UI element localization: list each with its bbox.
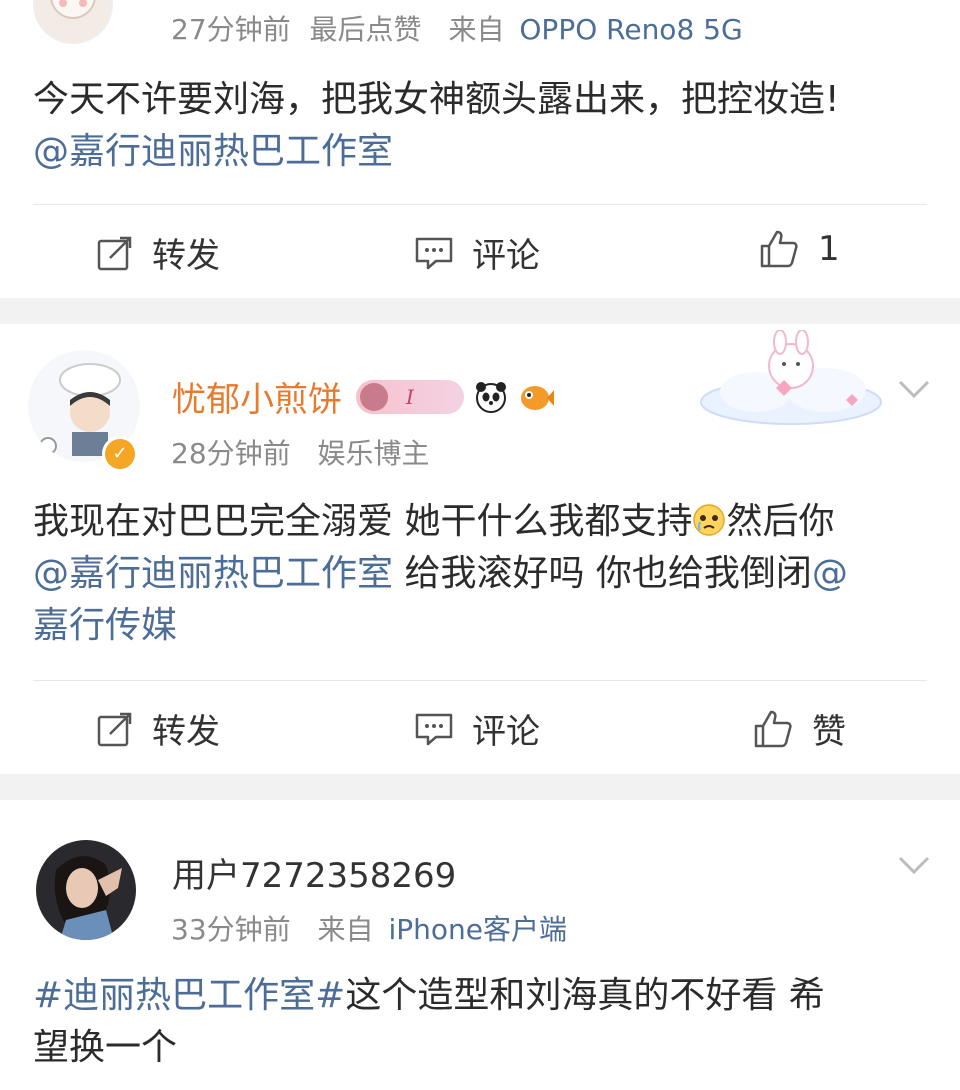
post3-avatar[interactable] xyxy=(36,840,136,940)
post2-like-label: 赞 xyxy=(812,712,846,752)
post2-time: 28分钟前 xyxy=(171,437,291,470)
post3-text-2: 望换一个 xyxy=(33,1027,178,1068)
post2-badge: I xyxy=(356,379,464,414)
post1-text: 今天不许要刘海，把我女神额头露出来，把控妆造! xyxy=(33,79,840,120)
post1-divider xyxy=(33,204,927,205)
chevron-down-icon[interactable] xyxy=(894,846,934,886)
post2-mention-1[interactable]: @嘉行迪丽热巴工作室 xyxy=(33,553,393,594)
panda-icon xyxy=(474,380,508,414)
post1-last-like: 最后点赞 xyxy=(309,13,422,46)
post2-content: 我现在对巴巴完全溺爱 她干什么我都支持 然后你 @嘉行迪丽热巴工作室 给我滚好吗 … xyxy=(33,496,930,652)
post2-role: 娱乐博主 xyxy=(317,437,430,470)
post2-like-button[interactable]: 赞 xyxy=(752,704,846,753)
post2-text-1b: 然后你 xyxy=(726,501,835,542)
post1-comment-label: 评论 xyxy=(472,236,540,276)
post1-like-count: 1 xyxy=(818,229,840,269)
post3-content: #迪丽热巴工作室#这个造型和刘海真的不好看 希 望换一个 xyxy=(33,970,930,1074)
chevron-down-icon[interactable] xyxy=(894,370,934,410)
post1-repost-button[interactable]: 转发 xyxy=(96,228,220,277)
post2-text-2: 给我滚好吗 你也给我倒闭 xyxy=(393,553,812,594)
like-icon xyxy=(760,230,798,268)
like-icon xyxy=(754,710,792,747)
post1-from: 来自 xyxy=(448,13,505,46)
fish-icon xyxy=(518,380,554,414)
post2-divider xyxy=(33,680,927,681)
post2-username[interactable]: 忧郁小煎饼 xyxy=(172,372,342,421)
post2-text-1: 我现在对巴巴完全溺爱 她干什么我都支持 xyxy=(33,501,693,542)
post2-badge-label: I xyxy=(406,384,414,409)
post1-avatar[interactable] xyxy=(33,0,113,44)
post1-mention[interactable]: @嘉行迪丽热巴工作室 xyxy=(33,131,393,172)
repost-icon xyxy=(97,236,132,270)
post2-header: 忧郁小煎饼 I xyxy=(172,372,554,421)
post2-mention-2-end[interactable]: 嘉行传媒 xyxy=(33,605,177,646)
post3-from: 来自 xyxy=(317,913,374,946)
post1-repost-label: 转发 xyxy=(152,236,220,276)
post3-hashtag[interactable]: #迪丽热巴工作室# xyxy=(33,975,345,1016)
avatar-cartoon-icon xyxy=(50,0,96,19)
post3-meta: 33分钟前 来自 iPhone客户端 xyxy=(171,908,567,948)
post3-text-1: 这个造型和刘海真的不好看 希 xyxy=(345,975,825,1016)
post2-comment-button[interactable]: 评论 xyxy=(414,704,540,753)
badge-avatar-icon xyxy=(360,382,388,411)
post2-mention-2-start[interactable]: @ xyxy=(812,553,848,594)
post1-time: 27分钟前 xyxy=(171,13,291,46)
post3-device[interactable]: iPhone客户端 xyxy=(388,913,567,946)
post1-like-button[interactable]: 1 xyxy=(758,228,840,270)
post2-repost-button[interactable]: 转发 xyxy=(96,704,220,753)
post3-username[interactable]: 用户7272358269 xyxy=(172,848,456,897)
post-separator-2 xyxy=(0,774,960,800)
avatar-photo-icon xyxy=(54,856,122,940)
post2-meta: 28分钟前 娱乐博主 xyxy=(171,432,430,472)
post1-meta: 27分钟前 最后点赞 来自 OPPO Reno8 5G xyxy=(171,8,743,48)
crying-face-emoji-icon xyxy=(692,500,726,536)
cloud-bunny-decoration xyxy=(696,329,886,430)
post2-comment-label: 评论 xyxy=(472,712,540,752)
repost-icon xyxy=(97,712,132,746)
post2-repost-label: 转发 xyxy=(152,712,220,752)
post1-device[interactable]: OPPO Reno8 5G xyxy=(519,13,742,46)
post-separator-1 xyxy=(0,298,960,324)
comment-icon xyxy=(415,237,453,269)
comment-icon xyxy=(415,713,453,745)
post3-time: 33分钟前 xyxy=(171,913,291,946)
post1-content: 今天不许要刘海，把我女神额头露出来，把控妆造! @嘉行迪丽热巴工作室 xyxy=(33,74,930,178)
post1-comment-button[interactable]: 评论 xyxy=(414,228,540,277)
verified-badge-icon: ✓ xyxy=(102,436,138,472)
